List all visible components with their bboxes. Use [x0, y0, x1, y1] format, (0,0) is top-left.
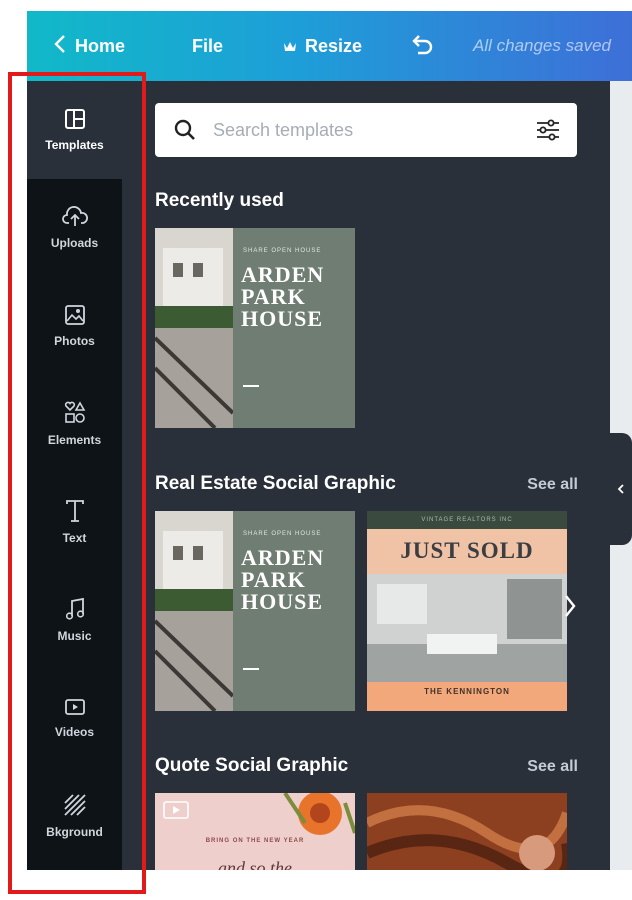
sidebar-item-text[interactable]: Text: [27, 473, 122, 571]
template-title: ARDEN PARK HOUSE: [241, 545, 325, 614]
sidebar-item-label: Bkground: [46, 825, 103, 839]
sidebar-item-label: Templates: [45, 138, 104, 152]
template-card-arden-park-2[interactable]: SHARE OPEN HOUSE ARDEN PARK HOUSE: [155, 511, 355, 711]
music-note-icon: [64, 597, 86, 621]
see-all-quote-link[interactable]: See all: [527, 758, 578, 776]
section-title-recently-used: Recently used: [155, 190, 284, 211]
template-small-text: VINTAGE REALTORS INC: [367, 511, 567, 529]
search-icon: [173, 118, 197, 147]
file-label: File: [192, 35, 224, 56]
template-card-arden-park[interactable]: SHARE OPEN HOUSE ARDEN PARK HOUSE: [155, 228, 355, 428]
carousel-next-button[interactable]: [563, 593, 577, 626]
see-all-real-estate-link[interactable]: See all: [527, 476, 578, 494]
template-title: ARDEN PARK HOUSE: [241, 262, 325, 331]
template-text-panel: SHARE OPEN HOUSE ARDEN PARK HOUSE: [233, 511, 355, 711]
save-status: All changes saved: [473, 36, 611, 55]
photo-icon: [64, 304, 86, 326]
sidebar-item-label: Elements: [47, 433, 102, 447]
section-title-real-estate: Real Estate Social Graphic: [155, 473, 396, 494]
file-menu-button[interactable]: File: [192, 11, 223, 81]
sidebar-item-label: Uploads: [50, 236, 99, 250]
background-hatch-icon: [63, 793, 87, 817]
sidebar-item-uploads[interactable]: Uploads: [27, 179, 122, 277]
template-title: JUST SOLD: [400, 538, 534, 563]
template-card-just-sold[interactable]: VINTAGE REALTORS INC JUST SOLD THE KENNI…: [367, 511, 567, 711]
template-card-quote-new-year[interactable]: BRING ON THE NEW YEAR and so the: [155, 793, 355, 870]
templates-panel: Recently used SHARE OPEN HOUSE ARDENPARK…: [122, 81, 610, 870]
sidebar: Templates Uploads Photos Elements Text M…: [27, 81, 122, 870]
template-card-quote-hair[interactable]: [367, 793, 567, 870]
sidebar-item-label: Text: [62, 531, 87, 545]
house-photo: [155, 228, 235, 428]
search-input[interactable]: [213, 115, 513, 145]
upload-cloud-icon: [61, 206, 88, 228]
template-small-text: SHARE OPEN HOUSE: [243, 248, 322, 254]
chevron-left-icon: [617, 484, 624, 494]
text-icon: [64, 499, 86, 523]
sidebar-item-videos[interactable]: Videos: [27, 669, 122, 767]
house-photo: [155, 511, 235, 711]
crown-icon: [283, 36, 297, 57]
sidebar-item-music[interactable]: Music: [27, 571, 122, 669]
kitchen-photo: [367, 574, 567, 682]
template-title: and so the: [218, 858, 292, 870]
search-box: [155, 103, 577, 157]
sidebar-item-label: Music: [57, 629, 92, 643]
sidebar-item-label: Videos: [54, 725, 95, 739]
filter-sliders-icon[interactable]: [535, 117, 561, 148]
template-footer: THE KENNINGTON: [367, 682, 567, 711]
divider: [243, 668, 259, 670]
sidebar-item-templates[interactable]: Templates: [27, 81, 122, 179]
divider: [243, 385, 259, 387]
video-play-icon: [64, 697, 86, 717]
home-button[interactable]: Home: [53, 11, 125, 81]
template-small-text: BRING ON THE NEW YEAR: [205, 838, 305, 844]
undo-icon: [409, 33, 435, 60]
template-small-text: SHARE OPEN HOUSE: [243, 531, 322, 537]
sidebar-item-background[interactable]: Bkground: [27, 767, 122, 865]
home-label: Home: [75, 35, 126, 56]
sidebar-item-label: Photos: [54, 334, 95, 348]
shapes-icon: [63, 401, 87, 425]
resize-label: Resize: [305, 35, 363, 56]
sidebar-item-photos[interactable]: Photos: [27, 277, 122, 375]
chevron-left-icon: [53, 34, 67, 59]
collapse-panel-button[interactable]: [610, 433, 632, 545]
templates-icon: [64, 108, 86, 130]
template-name: THE KENNINGTON: [424, 687, 510, 696]
top-bar: Home File Resize All changes saved: [27, 11, 632, 81]
video-badge-icon: [163, 801, 189, 824]
chevron-right-icon: [565, 595, 576, 617]
resize-button[interactable]: Resize: [283, 11, 362, 81]
template-text-panel: SHARE OPEN HOUSE ARDEN PARK HOUSE: [233, 228, 355, 428]
section-title-quote: Quote Social Graphic: [155, 755, 349, 776]
sidebar-item-elements[interactable]: Elements: [27, 375, 122, 473]
undo-button[interactable]: [409, 11, 435, 81]
